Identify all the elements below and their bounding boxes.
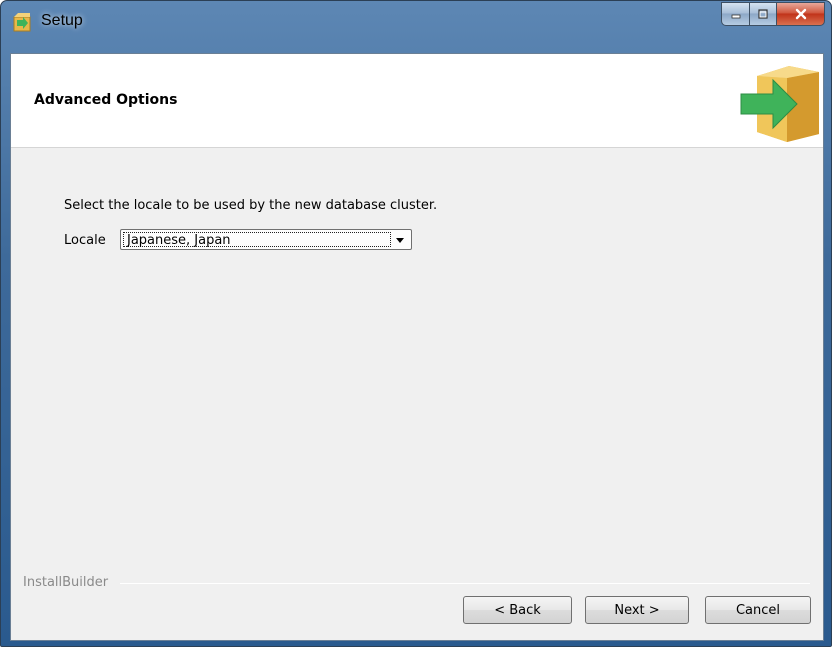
cancel-button[interactable]: Cancel xyxy=(705,596,811,624)
install-box-arrow-icon xyxy=(740,66,819,142)
page-title: Advanced Options xyxy=(34,92,178,108)
setup-window: Setup Advanced Options Select the locale… xyxy=(0,0,832,647)
close-icon xyxy=(795,8,806,20)
title-bar[interactable]: Setup xyxy=(1,1,831,47)
setup-box-icon xyxy=(13,13,31,32)
locale-selected-value: Japanese, Japan xyxy=(123,232,391,248)
minimize-icon xyxy=(731,14,740,19)
window-title: Setup xyxy=(41,12,83,29)
close-button[interactable] xyxy=(777,2,825,26)
locale-dropdown[interactable]: Japanese, Japan xyxy=(120,229,412,250)
wizard-header: Advanced Options xyxy=(11,54,823,148)
back-button[interactable]: < Back xyxy=(463,596,572,624)
maximize-button[interactable] xyxy=(750,2,777,26)
minimize-button[interactable] xyxy=(721,2,750,26)
maximize-icon xyxy=(758,9,768,19)
instruction-text: Select the locale to be used by the new … xyxy=(64,198,438,213)
next-button[interactable]: Next > xyxy=(585,596,689,624)
caption-buttons xyxy=(721,2,825,26)
footer-divider xyxy=(120,583,810,584)
locale-label: Locale xyxy=(64,233,106,248)
installbuilder-label: InstallBuilder xyxy=(23,575,109,590)
dialog-client-area: Advanced Options Select the locale to be… xyxy=(10,53,824,641)
chevron-down-icon xyxy=(396,238,404,243)
